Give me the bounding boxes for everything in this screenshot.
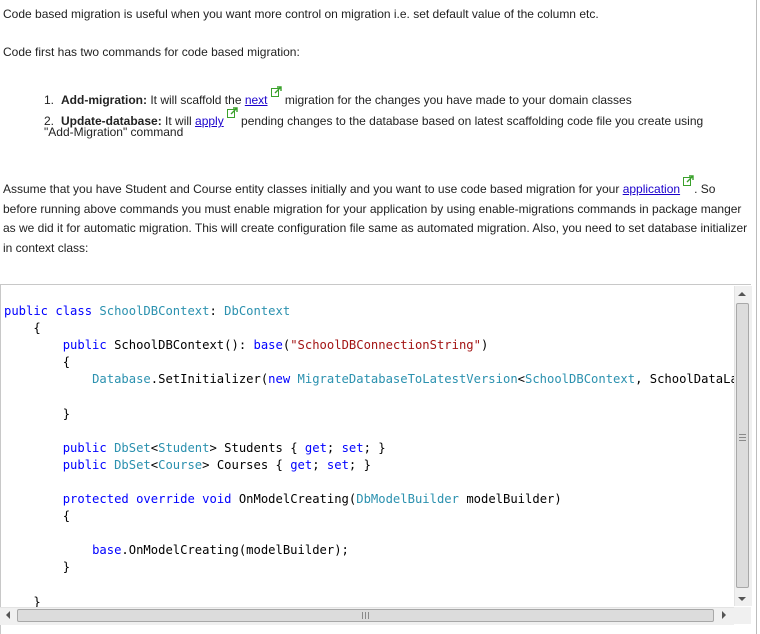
paragraph-text: Assume that you have Student and Course … <box>3 182 623 196</box>
grip-line <box>739 434 746 435</box>
scrollbar-corner <box>734 607 751 624</box>
code-listing: public class SchoolDBContext: DbContext … <box>4 304 738 609</box>
list-item-continuation: "Add-Migration" command <box>44 125 184 139</box>
command-text: It will scaffold the <box>147 93 245 107</box>
scroll-down-arrow-icon[interactable] <box>738 597 746 601</box>
explanation-paragraph: Assume that you have Student and Course … <box>3 175 751 258</box>
grip-line <box>739 437 746 438</box>
intro-text: Code based migration is useful when you … <box>3 7 599 21</box>
external-link-icon <box>683 175 694 186</box>
commands-intro-text: Code first has two commands for code bas… <box>3 45 300 59</box>
vertical-scroll-thumb[interactable] <box>736 303 749 588</box>
next-link[interactable]: next <box>245 93 268 107</box>
grip-line <box>368 612 369 619</box>
grip-line <box>365 612 366 619</box>
external-link-icon <box>270 86 282 97</box>
grip-line <box>362 612 363 619</box>
external-link-icon <box>226 107 238 118</box>
application-link[interactable]: application <box>623 182 680 196</box>
code-block: public class SchoolDBContext: DbContext … <box>0 284 751 634</box>
page-border <box>756 0 757 634</box>
grip-line <box>739 440 746 441</box>
scroll-up-arrow-icon[interactable] <box>738 292 746 296</box>
scroll-right-arrow-icon[interactable] <box>722 611 726 619</box>
command-text: migration for the changes you have made … <box>281 93 632 107</box>
command-name: Add-migration: <box>61 93 147 107</box>
scroll-left-arrow-icon[interactable] <box>6 611 10 619</box>
